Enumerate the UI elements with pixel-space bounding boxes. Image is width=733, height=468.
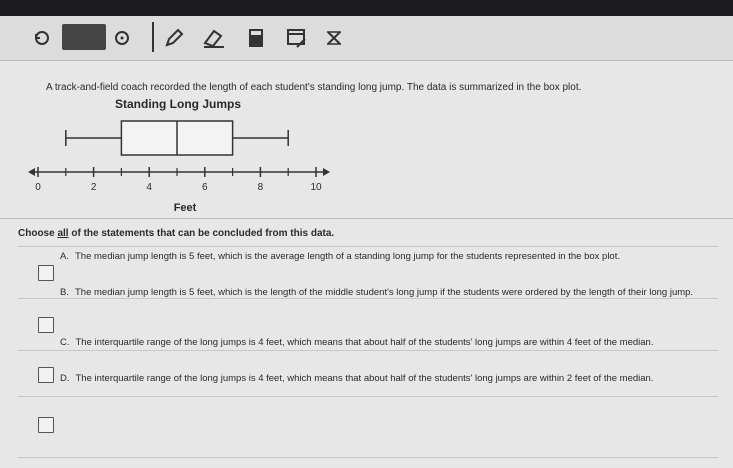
instruction-before: Choose bbox=[18, 228, 58, 239]
choice-d-checkbox[interactable] bbox=[38, 417, 54, 433]
x-tick-label: 10 bbox=[310, 182, 322, 193]
choice-a-checkbox[interactable] bbox=[38, 265, 54, 281]
choice-a-letter: A. bbox=[60, 251, 69, 262]
notepad-icon[interactable] bbox=[284, 26, 308, 50]
choice-a-text: A. The median jump length is 5 feet, whic… bbox=[60, 249, 700, 265]
choice-c-text: C. The interquartile range of the long ju… bbox=[60, 335, 700, 351]
choice-d-letter: D. bbox=[60, 373, 70, 384]
choice-d-statement: The interquartile range of the long jump… bbox=[75, 373, 654, 384]
toolbar-separator bbox=[152, 22, 154, 52]
chart-title: Standing Long Jumps bbox=[115, 97, 241, 111]
toolbar bbox=[0, 16, 733, 61]
section-divider bbox=[0, 218, 733, 219]
x-tick-label: 2 bbox=[91, 182, 97, 193]
choice-b-checkbox[interactable] bbox=[38, 317, 54, 333]
instruction-all: all bbox=[57, 228, 69, 239]
pen-icon[interactable] bbox=[162, 26, 186, 50]
box-plot: Standing Long Jumps Feet 0 2 4 6 8 10 bbox=[20, 94, 340, 216]
choice-b-text: B. The median jump length is 5 feet, whic… bbox=[60, 285, 700, 301]
box-plot-svg: Standing Long Jumps Feet 0 2 4 6 8 10 bbox=[28, 97, 330, 214]
reload-icon[interactable] bbox=[30, 26, 54, 50]
choice-a-statement: The median jump length is 5 feet, which … bbox=[74, 251, 620, 262]
x-tick-label: 0 bbox=[35, 182, 41, 193]
dark-button[interactable] bbox=[62, 24, 106, 50]
eraser-icon[interactable] bbox=[202, 26, 226, 50]
x-axis-arrow-right bbox=[323, 168, 330, 176]
choice-c-checkbox[interactable] bbox=[38, 367, 54, 383]
choice-b-letter: B. bbox=[60, 287, 69, 298]
x-tick-label: 4 bbox=[146, 182, 152, 193]
choice-d-text: D. The interquartile range of the long ju… bbox=[60, 371, 700, 387]
choice-c-statement: The interquartile range of the long jump… bbox=[75, 337, 654, 348]
choice-c-letter: C. bbox=[60, 337, 70, 348]
choice-b-statement: The median jump length is 5 feet, which … bbox=[74, 287, 694, 298]
close-x-icon[interactable] bbox=[322, 26, 346, 50]
x-tick-label: 6 bbox=[202, 182, 208, 193]
x-axis-label: Feet bbox=[174, 202, 197, 214]
x-tick-label: 8 bbox=[258, 182, 264, 193]
timer-icon[interactable] bbox=[110, 26, 134, 50]
question-prompt: A track-and-field coach recorded the len… bbox=[46, 82, 582, 93]
choice-d[interactable]: D. The interquartile range of the long ju… bbox=[18, 373, 718, 458]
instruction-after: of the statements that can be concluded … bbox=[68, 228, 335, 239]
instruction: Choose all of the statements that can be… bbox=[18, 228, 334, 239]
x-axis-arrow-left bbox=[28, 168, 35, 176]
calculator-icon[interactable] bbox=[244, 26, 268, 50]
